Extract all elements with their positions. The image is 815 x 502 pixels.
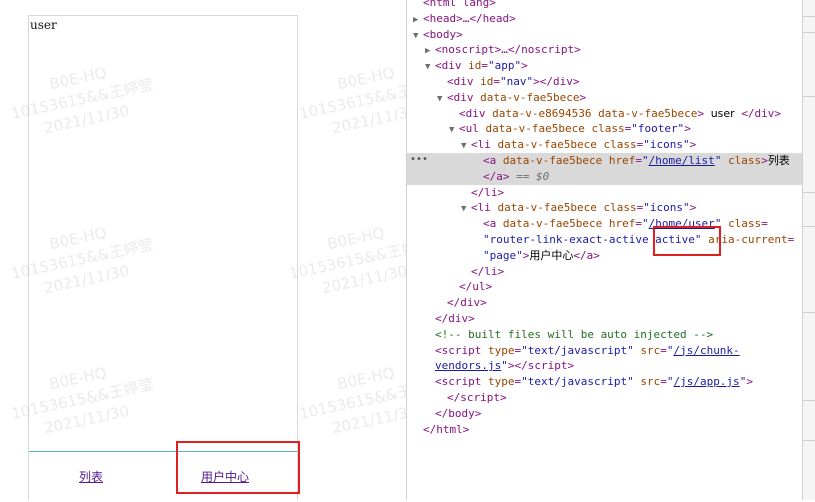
dom-tree-line[interactable]: </body> [407, 406, 802, 422]
dom-tree-line[interactable]: </div> [407, 311, 802, 327]
devtools-elements-panel: <html lang> ▶ <head>…</head> ▼ <body> ▶ <noscr… [407, 0, 802, 500]
dom-line-content: <div id="app"> [435, 59, 528, 73]
dom-line-content: vendors.js"></script> [435, 359, 575, 373]
dom-tree-line[interactable]: <!-- built files will be auto injected -… [407, 327, 802, 343]
expand-down-icon[interactable]: ▼ [449, 122, 459, 138]
dom-tree-line[interactable]: </li> [407, 264, 802, 280]
styles-sidebar-edge [802, 0, 815, 500]
dom-tree-line[interactable]: ▶ <noscript>…</noscript> [407, 42, 802, 58]
dom-line-content: <noscript>…</noscript> [435, 43, 581, 57]
dom-line-content: <html lang> [423, 0, 496, 9]
dom-tree-line[interactable]: <html lang> [407, 0, 802, 11]
dom-tree-line[interactable]: </ul> [407, 279, 802, 295]
dom-tree-line[interactable]: </li> [407, 185, 802, 201]
dom-tree-line[interactable]: ▼ <ul data-v-fae5bece class="footer"> [407, 121, 802, 137]
dom-line-content: <div data-v-fae5bece> [447, 90, 587, 104]
dom-tree-line[interactable]: ▼ <div id="app"> [407, 58, 802, 74]
dom-line-content: </li> [471, 264, 505, 278]
dom-line-content: </html> [423, 422, 470, 436]
annotation-box-user-center [176, 441, 300, 494]
dom-line-content: <li data-v-fae5bece class="icons"> [471, 201, 697, 215]
dom-tree-line[interactable]: <a data-v-fae5bece href="/home/user" cla… [407, 216, 802, 232]
dom-line-content: <script type="text/javascript" src="/js/… [435, 375, 753, 389]
dom-line-content: </li> [471, 185, 505, 199]
dom-tree-line[interactable]: <script type="text/javascript" src="/js/… [407, 374, 802, 390]
dom-line-content: </div> [447, 296, 487, 310]
expand-down-icon[interactable]: ▼ [413, 28, 423, 44]
dom-line-content: <div data-v-e8694536 data-v-fae5bece> us… [459, 106, 782, 120]
dom-tree-line[interactable]: ▶ <head>…</head> [407, 11, 802, 27]
viewport: user 列表 用户中心 B0E-HQ 10153615&&王婷莹 2021/1… [0, 0, 815, 500]
dom-line-content: <li data-v-fae5bece class="icons"> [471, 138, 697, 152]
dom-line-content: <script type="text/javascript" src="/js/… [435, 343, 740, 357]
dom-tree-line[interactable]: <a data-v-fae5bece href="/home/list" cla… [407, 153, 802, 169]
dom-tree-line[interactable]: "page">用户中心</a> [407, 248, 802, 264]
dom-tree-line[interactable]: ▼ <li data-v-fae5bece class="icons"> [407, 137, 802, 153]
more-dots-icon[interactable]: ••• [410, 154, 428, 165]
dom-line-content: </script> [447, 391, 507, 404]
dom-line-content: <ul data-v-fae5bece class="footer"> [459, 122, 691, 136]
user-page-text: user [30, 18, 57, 32]
dom-tree-line[interactable]: ▼ <body> [407, 27, 802, 43]
dom-line-content: </ul> [459, 280, 493, 294]
dom-tree-line[interactable]: "router-link-exact-active active" aria-c… [407, 232, 802, 248]
tab-list-link[interactable]: 列表 [79, 468, 103, 485]
mobile-preview: user 列表 用户中心 [28, 15, 298, 500]
dom-line-content: </a> == $0 [483, 169, 550, 183]
dom-line-content: </body> [435, 406, 482, 420]
dom-tree-line[interactable]: ▼ <li data-v-fae5bece class="icons"> [407, 200, 802, 216]
dom-line-content: </div> [435, 312, 475, 325]
dom-line-content: <a data-v-fae5bece href="/home/list" cla… [483, 154, 790, 167]
expand-down-icon[interactable]: ▼ [461, 201, 471, 217]
dom-tree-line[interactable]: <div id="nav"></div> [407, 74, 802, 90]
expand-down-icon[interactable]: ▼ [437, 91, 447, 107]
dom-tree-line[interactable]: ▼ <div data-v-fae5bece> [407, 90, 802, 106]
dom-line-content: <a data-v-fae5bece href="/home/user" cla… [483, 217, 768, 231]
dom-line-content: <head>…</head> [423, 11, 516, 25]
dom-line-content: "page">用户中心</a> [483, 248, 600, 262]
expand-down-icon[interactable]: ▼ [425, 59, 435, 75]
dom-tree-line[interactable]: </div> [407, 295, 802, 311]
annotation-box-active-class [653, 226, 721, 256]
dom-line-content: <body> [423, 27, 463, 41]
dom-line-content: <div id="nav"></div> [447, 75, 580, 88]
dom-tree-line[interactable]: vendors.js"></script> [407, 358, 802, 374]
dom-tree-line[interactable]: </script> [407, 390, 802, 406]
expand-right-icon[interactable]: ▶ [425, 43, 435, 59]
dom-tree-line[interactable]: </html> [407, 422, 802, 438]
dom-tree-line[interactable]: <script type="text/javascript" src="/js/… [407, 343, 802, 359]
expand-right-icon[interactable]: ▶ [413, 12, 423, 28]
dom-tree-line[interactable]: <div data-v-e8694536 data-v-fae5bece> us… [407, 106, 802, 122]
dom-line-content: "router-link-exact-active active" aria-c… [483, 233, 795, 246]
expand-down-icon[interactable]: ▼ [461, 138, 471, 154]
dom-tree-line[interactable]: </a> == $0 [407, 168, 802, 185]
dom-line-content: <!-- built files will be auto injected -… [435, 327, 714, 341]
